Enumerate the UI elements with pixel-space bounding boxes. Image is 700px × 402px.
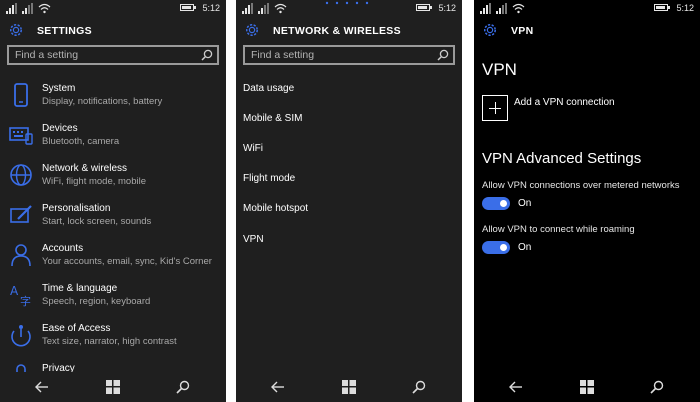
category-subtitle: Your accounts, email, sync, Kid's Corner — [42, 256, 212, 267]
category-title: Network & wireless — [42, 163, 128, 174]
search-icon[interactable] — [412, 380, 426, 394]
page-title: VPN — [511, 25, 534, 37]
network-wireless-screen: 5:12 NETWORK & WIRELESS Find a setting D… — [236, 0, 462, 402]
search-placeholder: Find a setting — [251, 49, 315, 61]
search-input[interactable]: Find a setting — [7, 45, 219, 65]
roaming-toggle[interactable] — [482, 241, 510, 254]
page-title: NETWORK & WIRELESS — [273, 25, 401, 37]
page-header: VPN — [474, 20, 700, 42]
search-icon — [201, 49, 213, 61]
vpn-screen: 5:12 VPN VPN Add a VPN connection VPN Ad… — [474, 0, 700, 402]
category-title: Time & language — [42, 283, 118, 294]
clock: 5:12 — [438, 3, 456, 13]
menu-item-mobile-hotspot[interactable]: Mobile hotspot — [243, 203, 308, 214]
menu-item-data-usage[interactable]: Data usage — [243, 83, 294, 94]
menu-item-vpn[interactable]: VPN — [243, 234, 264, 245]
metered-networks-toggle[interactable] — [482, 197, 510, 210]
search-icon — [437, 49, 449, 61]
menu-item-flight-mode[interactable]: Flight mode — [243, 173, 295, 184]
nav-bar — [0, 372, 226, 402]
windows-start-icon[interactable] — [580, 380, 594, 394]
add-vpn-button[interactable] — [482, 95, 508, 121]
battery-icon — [654, 4, 670, 11]
category-subtitle: Bluetooth, camera — [42, 136, 120, 147]
page-title: SETTINGS — [37, 25, 92, 37]
category-subtitle: WiFi, flight mode, mobile — [42, 176, 147, 187]
status-bar: 5:12 — [0, 0, 226, 18]
back-icon[interactable] — [509, 380, 523, 394]
category-subtitle: Start, lock screen, sounds — [42, 216, 152, 227]
battery-icon — [180, 4, 196, 11]
category-system[interactable]: System Display, notifications, battery — [0, 81, 226, 121]
signal-sim1-icon — [6, 3, 17, 14]
nav-bar — [236, 372, 462, 402]
vpn-heading: VPN — [482, 60, 517, 79]
wifi-icon — [512, 3, 525, 14]
back-icon[interactable] — [35, 380, 49, 394]
category-title: Personalisation — [42, 203, 111, 214]
category-time-language[interactable]: A字 Time & language Speech, region, keybo… — [0, 281, 226, 321]
keyboard-icon — [9, 127, 33, 145]
status-bar: 5:12 — [474, 0, 700, 18]
clock: 5:12 — [202, 3, 220, 13]
paintbrush-icon — [10, 205, 32, 223]
category-title: Ease of Access — [42, 323, 111, 334]
search-input[interactable]: Find a setting — [243, 45, 455, 65]
category-devices[interactable]: Devices Bluetooth, camera — [0, 121, 226, 161]
category-subtitle: Speech, region, keyboard — [42, 296, 151, 307]
page-header: SETTINGS — [0, 20, 226, 42]
gear-icon — [10, 24, 22, 36]
category-subtitle: Display, notifications, battery — [42, 96, 163, 107]
person-icon — [11, 244, 31, 267]
category-network-wireless[interactable]: Network & wireless WiFi, flight mode, mo… — [0, 161, 226, 201]
metered-networks-label: Allow VPN connections over metered netwo… — [482, 180, 680, 191]
signal-sim2-icon — [22, 3, 33, 14]
page-header: NETWORK & WIRELESS — [236, 20, 462, 42]
gear-icon — [246, 24, 258, 36]
search-icon[interactable] — [650, 380, 664, 394]
menu-item-mobile-sim[interactable]: Mobile & SIM — [243, 113, 302, 124]
svg-text:字: 字 — [20, 294, 31, 307]
category-personalisation[interactable]: Personalisation Start, lock screen, soun… — [0, 201, 226, 241]
wifi-icon — [274, 3, 287, 14]
category-title: Accounts — [42, 243, 84, 254]
category-title: System — [42, 83, 76, 94]
back-icon[interactable] — [271, 380, 285, 394]
category-accounts[interactable]: Accounts Your accounts, email, sync, Kid… — [0, 241, 226, 281]
add-vpn-label[interactable]: Add a VPN connection — [514, 97, 615, 108]
language-icon: A字 — [10, 284, 31, 307]
category-subtitle: Text size, narrator, high contrast — [42, 336, 177, 347]
loading-dots-icon — [325, 1, 369, 5]
settings-screen: 5:12 SETTINGS Find a setting System Disp… — [0, 0, 226, 402]
wifi-icon — [38, 3, 51, 14]
clock: 5:12 — [676, 3, 694, 13]
windows-start-icon[interactable] — [342, 380, 356, 394]
menu-item-wifi[interactable]: WiFi — [243, 143, 263, 154]
roaming-state: On — [518, 242, 532, 253]
roaming-label: Allow VPN to connect while roaming — [482, 224, 635, 235]
signal-sim2-icon — [258, 3, 269, 14]
advanced-settings-heading: VPN Advanced Settings — [482, 150, 642, 167]
gear-icon — [484, 24, 496, 36]
signal-sim1-icon — [480, 3, 491, 14]
search-icon[interactable] — [176, 380, 190, 394]
battery-icon — [416, 4, 432, 11]
nav-bar — [474, 372, 700, 402]
category-title: Devices — [42, 123, 78, 134]
search-placeholder: Find a setting — [15, 49, 79, 61]
phone-icon — [14, 83, 28, 107]
windows-start-icon[interactable] — [106, 380, 120, 394]
signal-sim2-icon — [496, 3, 507, 14]
status-bar: 5:12 — [236, 0, 462, 18]
metered-networks-state: On — [518, 198, 532, 209]
globe-icon — [10, 164, 32, 186]
svg-text:A: A — [10, 284, 19, 298]
ease-of-access-icon — [11, 325, 31, 347]
signal-sim1-icon — [242, 3, 253, 14]
category-ease-of-access[interactable]: Ease of Access Text size, narrator, high… — [0, 321, 226, 361]
